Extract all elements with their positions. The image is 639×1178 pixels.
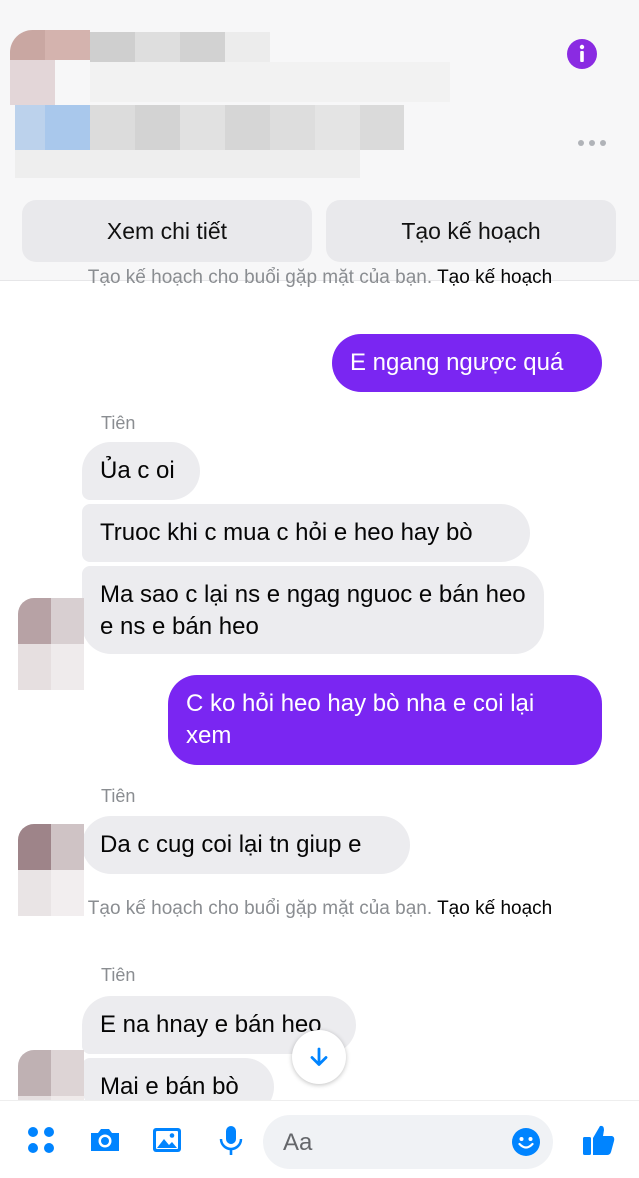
composer-bar bbox=[0, 1100, 639, 1178]
outgoing-message[interactable]: E ngang ngược quá bbox=[332, 334, 602, 392]
more-horizontal-icon[interactable] bbox=[576, 136, 608, 150]
info-icon[interactable] bbox=[566, 38, 598, 70]
create-plan-link[interactable]: Tạo kế hoạch bbox=[437, 898, 552, 919]
incoming-message[interactable]: Da c cug coi lại tn giup e bbox=[82, 816, 410, 874]
chat-header: Xem chi tiết Tạo kế hoạch bbox=[0, 0, 639, 281]
thumbs-up-icon[interactable] bbox=[580, 1121, 618, 1159]
outgoing-message[interactable]: C ko hỏi heo hay bò nha e coi lại xem bbox=[168, 675, 602, 765]
incoming-message[interactable]: Ma sao c lại ns e ngag nguoc e bán heo e… bbox=[82, 566, 544, 654]
image-icon[interactable] bbox=[150, 1123, 184, 1157]
arrow-down-icon bbox=[310, 1047, 328, 1066]
sender-name: Tiên bbox=[101, 965, 136, 985]
system-note-top: Tạo kế hoạch cho buổi gặp mặt của bạn. T… bbox=[70, 266, 570, 290]
create-plan-button[interactable]: Tạo kế hoạch bbox=[326, 200, 616, 262]
view-details-button[interactable]: Xem chi tiết bbox=[22, 200, 312, 262]
sender-name: Tiên bbox=[101, 786, 136, 806]
message-input[interactable] bbox=[281, 1125, 505, 1161]
camera-icon[interactable] bbox=[88, 1123, 122, 1157]
sender-name: Tiên bbox=[101, 413, 136, 433]
emoji-icon[interactable] bbox=[511, 1127, 541, 1157]
create-plan-link[interactable]: Tạo kế hoạch bbox=[437, 267, 552, 288]
microphone-icon[interactable] bbox=[214, 1123, 248, 1157]
sender-avatar-pixelated[interactable] bbox=[18, 598, 84, 690]
scroll-to-bottom-button[interactable] bbox=[292, 1030, 346, 1084]
apps-icon[interactable] bbox=[24, 1123, 58, 1157]
incoming-message[interactable]: Truoc khi c mua c hỏi e heo hay bò bbox=[82, 504, 530, 562]
incoming-message[interactable]: Ủa c oi bbox=[82, 442, 200, 500]
system-note: Tạo kế hoạch cho buổi gặp mặt của bạn. T… bbox=[70, 897, 570, 921]
system-note-text: Tạo kế hoạch cho buổi gặp mặt của bạn. bbox=[87, 898, 433, 919]
system-note-text: Tạo kế hoạch cho buổi gặp mặt của bạn. bbox=[87, 267, 433, 288]
message-composer[interactable] bbox=[263, 1115, 553, 1169]
